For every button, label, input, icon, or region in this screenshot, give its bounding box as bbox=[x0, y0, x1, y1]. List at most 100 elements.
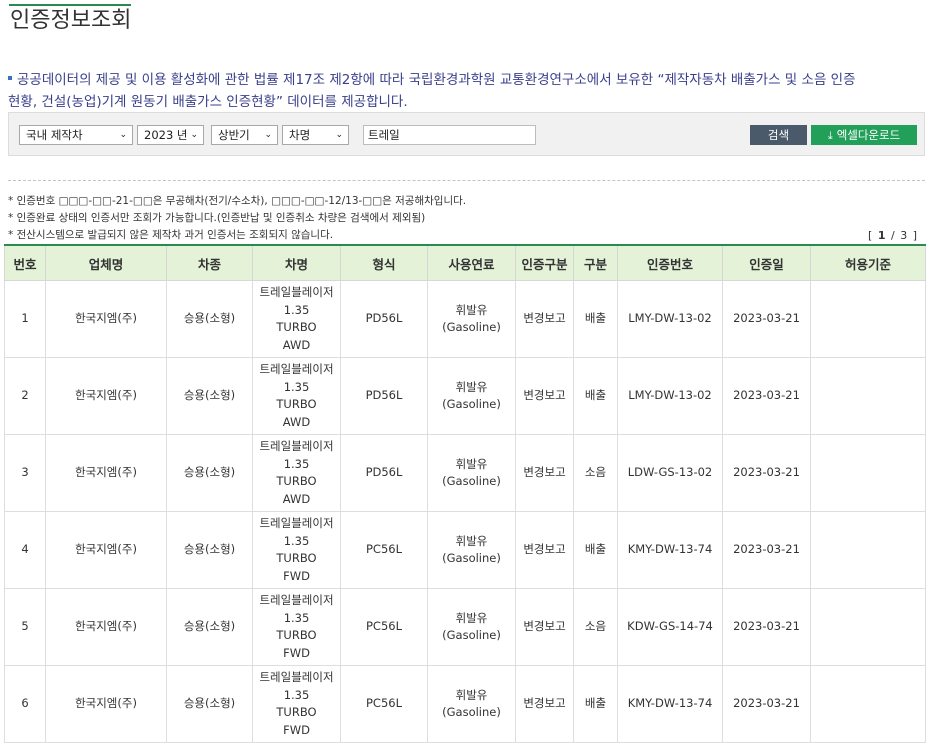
cell-cert-type: 변경보고 bbox=[515, 434, 574, 512]
cell-fuel: 휘발유(Gasoline) bbox=[427, 665, 516, 743]
cell-name: 트레일블레이저 1.35 TURBO AWD bbox=[252, 434, 341, 512]
cell-name: 트레일블레이저 1.35 TURBO AWD bbox=[252, 280, 341, 358]
chevron-down-icon: ⌄ bbox=[264, 130, 272, 140]
cell-cert-date: 2023-03-21 bbox=[722, 588, 811, 666]
divider bbox=[8, 180, 925, 181]
table-row[interactable]: 4 한국지엠(주) 승용(소형) 트레일블레이저 1.35 TURBO FWD … bbox=[4, 511, 926, 589]
header-kind: 구분 bbox=[573, 244, 618, 281]
cell-kind: 배출 bbox=[573, 665, 618, 743]
results-table: 번호 업체명 차종 차명 형식 사용연료 인증구분 구분 인증번호 인증일 허용… bbox=[4, 244, 926, 743]
cell-standard bbox=[810, 434, 926, 512]
cell-cert-date: 2023-03-21 bbox=[722, 357, 811, 435]
name-line: TURBO bbox=[276, 474, 317, 488]
vehicle-type-select[interactable]: 국내 제작차 ⌄ bbox=[19, 125, 133, 145]
search-field-value: 차명 bbox=[289, 128, 311, 142]
cell-kind: 배출 bbox=[573, 357, 618, 435]
name-line: TURBO bbox=[276, 397, 317, 411]
cell-cert-type: 변경보고 bbox=[515, 280, 574, 358]
cell-kind: 배출 bbox=[573, 511, 618, 589]
bullet-icon bbox=[8, 76, 12, 80]
half-year-value: 상반기 bbox=[218, 128, 250, 142]
cell-maker: 한국지엠(주) bbox=[45, 280, 167, 358]
cell-standard bbox=[810, 665, 926, 743]
name-line: TURBO bbox=[276, 705, 317, 719]
cell-name: 트레일블레이저 1.35 TURBO FWD bbox=[252, 511, 341, 589]
search-panel: 국내 제작차 ⌄ 2023 년 ⌄ 상반기 ⌄ 차명 ⌄ 트레일 검색 ⤓ 엑셀다… bbox=[8, 112, 925, 156]
cell-cert-date: 2023-03-21 bbox=[722, 280, 811, 358]
cell-no: 2 bbox=[4, 357, 46, 435]
header-name: 차명 bbox=[252, 244, 341, 281]
cell-cert-no: LMY-DW-13-02 bbox=[617, 357, 723, 435]
download-icon: ⤓ bbox=[827, 129, 833, 142]
header-cert-no: 인증번호 bbox=[617, 244, 723, 281]
search-field-select[interactable]: 차명 ⌄ bbox=[282, 125, 349, 145]
name-line: 1.35 bbox=[283, 687, 310, 702]
search-input[interactable]: 트레일 bbox=[363, 125, 536, 145]
cell-maker: 한국지엠(주) bbox=[45, 357, 167, 435]
name-line: 1.35 bbox=[283, 379, 310, 394]
cell-class: 승용(소형) bbox=[166, 280, 253, 358]
cell-maker: 한국지엠(주) bbox=[45, 588, 167, 666]
page-title: 인증정보조회 bbox=[10, 8, 132, 33]
cell-no: 1 bbox=[4, 280, 46, 358]
cell-class: 승용(소형) bbox=[166, 665, 253, 743]
name-line: FWD bbox=[283, 722, 310, 737]
cell-standard bbox=[810, 511, 926, 589]
page-indicator: [ 1 / 3 ] bbox=[868, 229, 918, 242]
table-row[interactable]: 1 한국지엠(주) 승용(소형) 트레일블레이저 1.35 TURBO AWD … bbox=[4, 280, 926, 358]
name-line: 트레일블레이저 bbox=[259, 593, 334, 607]
cell-cert-no: LMY-DW-13-02 bbox=[617, 280, 723, 358]
cell-no: 4 bbox=[4, 511, 46, 589]
header-no: 번호 bbox=[4, 244, 46, 281]
cell-kind: 소음 bbox=[573, 434, 618, 512]
cell-cert-type: 변경보고 bbox=[515, 357, 574, 435]
notice-item: * 인증번호 □□□-□□-21-□□은 무공해차(전기/수소차), □□□-□… bbox=[8, 195, 467, 207]
name-line: 1.35 bbox=[283, 302, 310, 317]
notice-item: * 전산시스템으로 발급되지 않은 제작차 과거 인증서는 조회되지 않습니다. bbox=[8, 229, 334, 241]
year-select[interactable]: 2023 년 ⌄ bbox=[137, 125, 204, 145]
cell-cert-no: KDW-GS-14-74 bbox=[617, 588, 723, 666]
name-line: TURBO bbox=[276, 551, 317, 565]
name-line: 1.35 bbox=[283, 533, 310, 548]
cell-name: 트레일블레이저 1.35 TURBO AWD bbox=[252, 357, 341, 435]
intro-text: 공공데이터의 제공 및 이용 활성화에 관한 법률 제17조 제2항에 따라 국… bbox=[8, 69, 928, 113]
cell-model: PC56L bbox=[340, 588, 428, 666]
search-button[interactable]: 검색 bbox=[750, 125, 807, 145]
header-class: 차종 bbox=[166, 244, 253, 281]
cell-name: 트레일블레이저 1.35 TURBO FWD bbox=[252, 665, 341, 743]
table-row[interactable]: 5 한국지엠(주) 승용(소형) 트레일블레이저 1.35 TURBO FWD … bbox=[4, 588, 926, 666]
notice-item: * 인증완료 상태의 인증서만 조회가 가능합니다.(인증반납 및 인증취소 차… bbox=[8, 212, 426, 224]
name-line: 트레일블레이저 bbox=[259, 285, 334, 299]
excel-download-button[interactable]: ⤓ 엑셀다운로드 bbox=[811, 125, 917, 145]
cell-standard bbox=[810, 280, 926, 358]
cell-cert-date: 2023-03-21 bbox=[722, 434, 811, 512]
cell-name: 트레일블레이저 1.35 TURBO FWD bbox=[252, 588, 341, 666]
excel-download-label: 엑셀다운로드 bbox=[836, 128, 901, 142]
name-line: TURBO bbox=[276, 628, 317, 642]
cell-model: PC56L bbox=[340, 665, 428, 743]
cell-cert-date: 2023-03-21 bbox=[722, 665, 811, 743]
cell-cert-date: 2023-03-21 bbox=[722, 511, 811, 589]
cell-model: PD56L bbox=[340, 357, 428, 435]
name-line: 1.35 bbox=[283, 456, 310, 471]
chevron-down-icon: ⌄ bbox=[190, 130, 198, 140]
cell-class: 승용(소형) bbox=[166, 511, 253, 589]
cell-kind: 소음 bbox=[573, 588, 618, 666]
cell-fuel: 휘발유(Gasoline) bbox=[427, 434, 516, 512]
cell-cert-no: KMY-DW-13-74 bbox=[617, 511, 723, 589]
name-line: 트레일블레이저 bbox=[259, 670, 334, 684]
cell-class: 승용(소형) bbox=[166, 357, 253, 435]
header-model: 형식 bbox=[340, 244, 428, 281]
half-year-select[interactable]: 상반기 ⌄ bbox=[211, 125, 278, 145]
cell-cert-type: 변경보고 bbox=[515, 511, 574, 589]
header-cert-type: 인증구분 bbox=[515, 244, 574, 281]
table-row[interactable]: 2 한국지엠(주) 승용(소형) 트레일블레이저 1.35 TURBO AWD … bbox=[4, 357, 926, 435]
name-line: AWD bbox=[282, 491, 311, 506]
table-row[interactable]: 3 한국지엠(주) 승용(소형) 트레일블레이저 1.35 TURBO AWD … bbox=[4, 434, 926, 512]
cell-fuel: 휘발유(Gasoline) bbox=[427, 588, 516, 666]
cell-cert-type: 변경보고 bbox=[515, 588, 574, 666]
cell-model: PD56L bbox=[340, 280, 428, 358]
cell-maker: 한국지엠(주) bbox=[45, 434, 167, 512]
table-row[interactable]: 6 한국지엠(주) 승용(소형) 트레일블레이저 1.35 TURBO FWD … bbox=[4, 665, 926, 743]
table-header-row: 번호 업체명 차종 차명 형식 사용연료 인증구분 구분 인증번호 인증일 허용… bbox=[4, 244, 926, 281]
